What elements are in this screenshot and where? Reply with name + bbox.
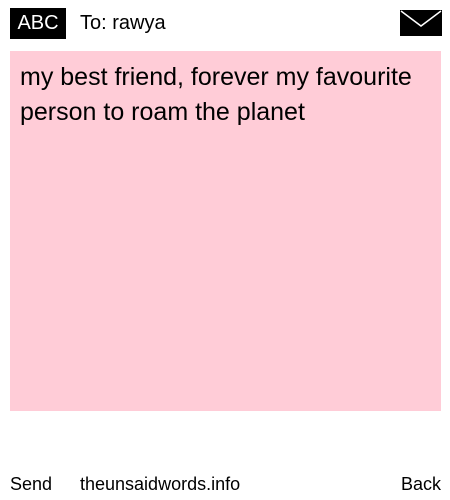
envelope-icon[interactable] — [400, 10, 442, 36]
input-mode-button[interactable]: ABC — [10, 8, 66, 39]
send-button[interactable]: Send — [10, 472, 52, 496]
back-button[interactable]: Back — [401, 472, 441, 496]
message-text: my best friend, forever my favourite per… — [20, 63, 419, 126]
recipient-label: To: rawya — [80, 12, 166, 34]
site-link[interactable]: theunsaidwords.info — [80, 472, 240, 496]
message-body[interactable]: my best friend, forever my favourite per… — [10, 51, 441, 411]
